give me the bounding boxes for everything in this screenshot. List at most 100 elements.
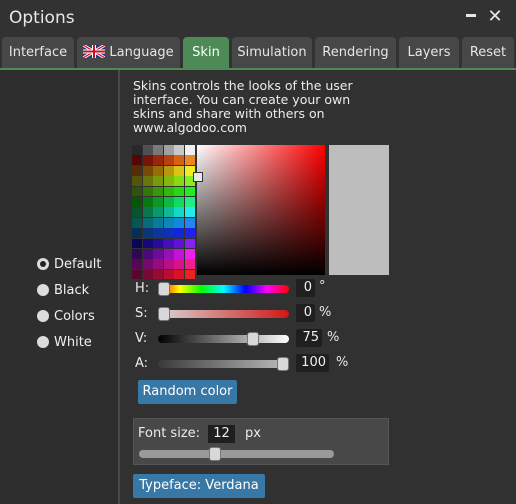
palette-swatch[interactable] [132, 259, 142, 270]
palette-swatch[interactable] [153, 238, 164, 249]
hue-slider[interactable] [158, 282, 289, 296]
font-size-slider[interactable] [139, 447, 334, 461]
palette-swatch[interactable] [132, 248, 142, 259]
palette-swatch[interactable] [174, 228, 185, 238]
palette-swatch[interactable] [132, 186, 142, 197]
palette-swatch[interactable] [184, 248, 195, 259]
palette-swatch[interactable] [142, 145, 153, 155]
palette-swatch[interactable] [132, 217, 142, 228]
sv-picker-handle[interactable] [193, 172, 203, 182]
palette-swatch[interactable] [163, 196, 174, 207]
palette-swatch[interactable] [174, 186, 185, 197]
random-color-button[interactable]: Random color [138, 380, 237, 404]
palette-swatch[interactable] [163, 207, 174, 218]
font-size-value[interactable]: 12 [208, 425, 235, 443]
palette-swatch[interactable] [153, 145, 164, 155]
palette-swatch[interactable] [132, 196, 142, 207]
palette-swatch[interactable] [163, 145, 174, 155]
typeface-button[interactable]: Typeface: Verdana [133, 474, 265, 498]
skin-option-default[interactable]: Default [37, 255, 102, 273]
palette-swatch[interactable] [174, 176, 185, 186]
palette-swatch[interactable] [184, 186, 195, 197]
saturation-value[interactable]: 0 [296, 304, 315, 322]
palette-swatch[interactable] [174, 259, 185, 270]
tab-language[interactable]: Language [77, 37, 180, 69]
palette-swatch[interactable] [142, 238, 153, 249]
palette-swatch[interactable] [153, 228, 164, 238]
palette-swatch[interactable] [184, 196, 195, 207]
palette-swatch[interactable] [174, 196, 185, 207]
palette-swatch[interactable] [174, 155, 185, 166]
palette-swatch[interactable] [184, 217, 195, 228]
palette-swatch[interactable] [163, 238, 174, 249]
palette-swatch[interactable] [132, 145, 142, 155]
palette-swatch[interactable] [163, 155, 174, 166]
palette-swatch[interactable] [153, 196, 164, 207]
palette-swatch[interactable] [174, 207, 185, 218]
palette-swatch[interactable] [184, 259, 195, 270]
palette-swatch[interactable] [153, 176, 164, 186]
palette-swatch[interactable] [184, 238, 195, 249]
palette-swatch[interactable] [142, 228, 153, 238]
skin-option-white[interactable]: White [37, 333, 92, 351]
palette-swatch[interactable] [142, 248, 153, 259]
tab-interface[interactable]: Interface [2, 37, 74, 69]
alpha-value[interactable]: 100 [296, 354, 329, 372]
palette-swatch[interactable] [132, 269, 142, 280]
palette-swatch[interactable] [132, 207, 142, 218]
palette-swatch[interactable] [132, 155, 142, 166]
alpha-slider[interactable] [158, 357, 289, 371]
palette-swatch[interactable] [142, 269, 153, 280]
alpha-slider-knob[interactable] [277, 357, 289, 371]
palette-swatch[interactable] [153, 217, 164, 228]
palette-swatch[interactable] [142, 217, 153, 228]
palette-swatch[interactable] [153, 269, 164, 280]
font-size-slider-knob[interactable] [209, 447, 221, 461]
palette-swatch[interactable] [174, 269, 185, 280]
palette-swatch[interactable] [142, 207, 153, 218]
palette-swatch[interactable] [163, 217, 174, 228]
tab-reset[interactable]: Reset [462, 37, 514, 69]
palette-swatch[interactable] [163, 269, 174, 280]
palette-swatch[interactable] [184, 228, 195, 238]
palette-swatch[interactable] [174, 238, 185, 249]
palette-swatch[interactable] [174, 165, 185, 176]
palette-swatch[interactable] [184, 145, 195, 155]
saturation-slider[interactable] [158, 307, 289, 321]
value-slider-knob[interactable] [247, 332, 259, 346]
value-slider[interactable] [158, 332, 289, 346]
palette-swatch[interactable] [153, 186, 164, 197]
palette-swatch[interactable] [184, 269, 195, 280]
palette-swatch[interactable] [174, 145, 185, 155]
palette-swatch[interactable] [184, 207, 195, 218]
saturation-slider-knob[interactable] [158, 307, 170, 321]
palette-swatch[interactable] [163, 165, 174, 176]
palette-swatch[interactable] [163, 248, 174, 259]
saturation-value-picker[interactable] [193, 145, 325, 275]
value-value[interactable]: 75 [296, 329, 322, 347]
palette-swatch[interactable] [163, 259, 174, 270]
palette-swatch[interactable] [142, 176, 153, 186]
palette-swatch[interactable] [153, 259, 164, 270]
palette-swatch[interactable] [163, 176, 174, 186]
palette-swatch[interactable] [142, 196, 153, 207]
palette-swatch[interactable] [153, 248, 164, 259]
hue-value[interactable]: 0 [296, 279, 315, 297]
tab-rendering[interactable]: Rendering [315, 37, 396, 69]
palette-swatch[interactable] [132, 228, 142, 238]
palette-swatch[interactable] [142, 155, 153, 166]
palette-swatch[interactable] [163, 186, 174, 197]
palette-swatch[interactable] [142, 259, 153, 270]
minimize-button[interactable] [462, 8, 480, 26]
hue-slider-knob[interactable] [158, 282, 170, 296]
palette-swatch[interactable] [163, 228, 174, 238]
title-bar[interactable]: Options ✕ [0, 0, 516, 36]
palette-swatch[interactable] [132, 238, 142, 249]
palette-swatch[interactable] [174, 248, 185, 259]
palette-swatch[interactable] [174, 217, 185, 228]
tab-simulation[interactable]: Simulation [232, 37, 312, 69]
palette-swatch[interactable] [184, 155, 195, 166]
palette-swatch[interactable] [132, 165, 142, 176]
skin-option-black[interactable]: Black [37, 281, 89, 299]
tab-layers[interactable]: Layers [399, 37, 459, 69]
